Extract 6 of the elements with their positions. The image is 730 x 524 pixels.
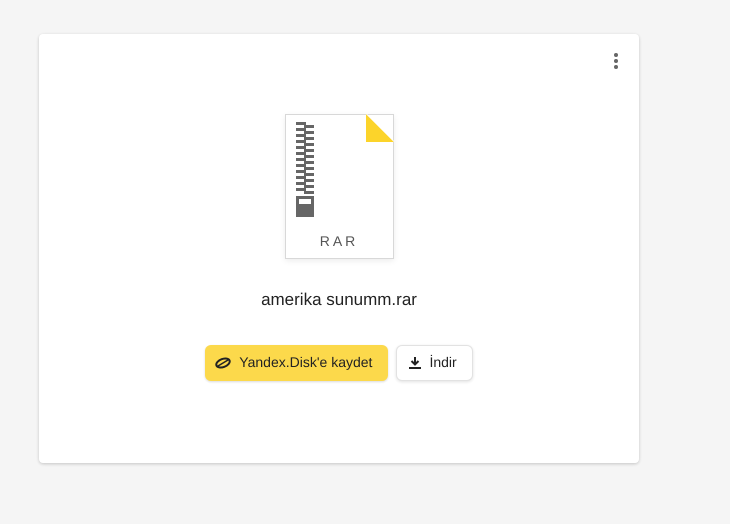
disk-icon <box>215 356 232 368</box>
file-type-label: RAR <box>318 232 360 251</box>
file-name: amerika sunumm.rar <box>261 289 417 311</box>
download-icon <box>409 356 422 369</box>
download-button[interactable]: İndir <box>396 344 473 380</box>
save-to-disk-button[interactable]: Yandex.Disk'e kaydet <box>205 344 388 380</box>
